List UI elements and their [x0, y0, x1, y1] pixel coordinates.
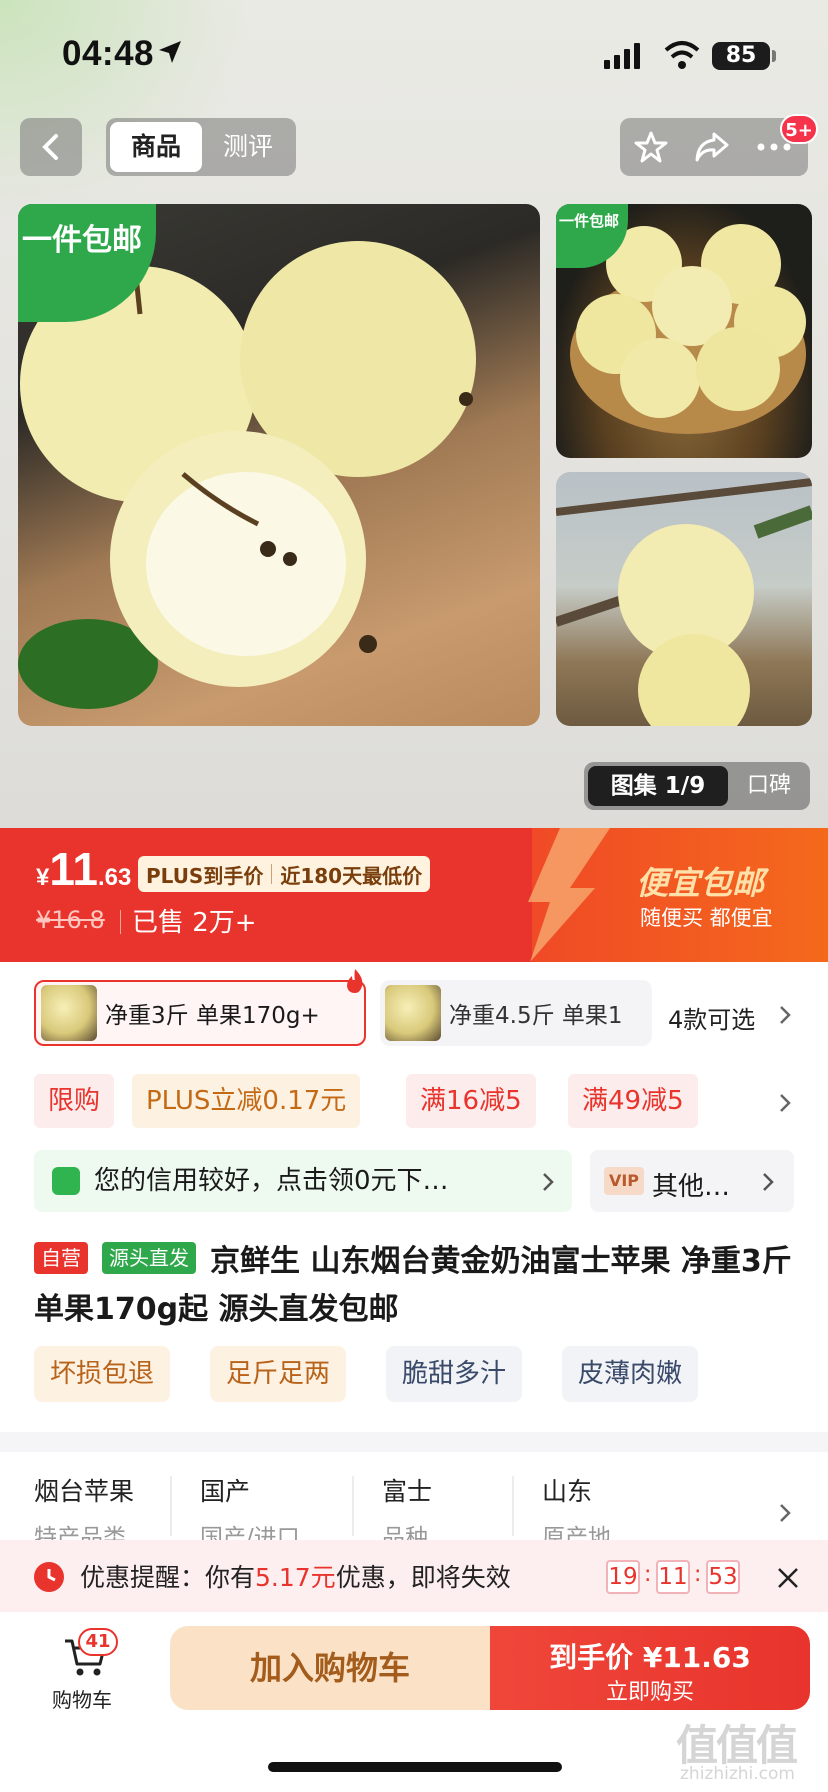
variant-thumbnail — [41, 985, 97, 1041]
spec-value: 山东 — [542, 1477, 593, 1506]
buy-now-button[interactable]: 到手价 ¥11.63 立即购买 — [490, 1626, 810, 1710]
section-divider — [0, 1432, 828, 1452]
message-badge: 5+ — [780, 114, 818, 144]
cart-label[interactable]: 购物车 — [52, 1684, 112, 1713]
close-icon[interactable] — [776, 1566, 800, 1590]
more-icon[interactable] — [756, 142, 792, 152]
chevron-right-icon — [763, 1173, 774, 1191]
price-decimal: .63 — [98, 864, 132, 891]
promo-subtitle: 随便买 都便宜 — [640, 906, 773, 930]
chevron-right-icon[interactable] — [778, 1092, 792, 1114]
chevron-right-icon — [780, 1006, 791, 1024]
original-price: ¥16.8 — [36, 906, 105, 934]
price-integer: 11 — [49, 843, 98, 895]
product-photo-tree[interactable] — [556, 472, 812, 726]
watermark-url: zhizhizhi.com — [680, 1764, 795, 1784]
plus-discount-chip[interactable]: PLUS立减0.17元 — [132, 1074, 361, 1128]
hero-tint — [0, 0, 260, 220]
promo-title: 便宜包邮 — [636, 864, 765, 902]
main-product-photo[interactable]: 一件包邮 — [18, 204, 540, 726]
star-icon[interactable] — [634, 130, 668, 164]
chevron-left-icon — [42, 134, 58, 160]
current-price: ¥11.63 — [36, 842, 131, 896]
alert-prefix: 优惠提醒：你有 — [80, 1563, 256, 1592]
status-time: 04:48 — [62, 34, 155, 73]
tree-apple-illustration — [556, 478, 812, 726]
battery-indicator: 85 — [712, 42, 770, 70]
product-review-switch: 商品 测评 — [106, 118, 296, 176]
spec-value: 国产 — [200, 1477, 251, 1506]
spec-divider — [512, 1476, 514, 1536]
vip-badge: VIP — [604, 1167, 644, 1195]
vip-offer-label: 其他… — [652, 1172, 731, 1202]
home-indicator — [268, 1762, 562, 1772]
feature-tag: 脆甜多汁 — [386, 1346, 523, 1402]
countdown-separator: : — [644, 1562, 652, 1587]
spec-value: 烟台苹果 — [34, 1477, 135, 1506]
product-photo-basket[interactable]: 一件包邮 — [556, 204, 812, 458]
battery-tip — [772, 50, 776, 62]
lowest-price-label: 近180天最低价 — [280, 863, 423, 888]
add-to-cart-button[interactable]: 加入购物车 — [170, 1626, 490, 1710]
lightning-icon — [528, 828, 610, 962]
product-title: 京鲜生 山东烟台黄金奶油富士苹果 净重3斤 单果170g起 源头直发包邮 — [34, 1244, 792, 1327]
buy-now-label: 立即购买 — [605, 1680, 694, 1705]
tab-reputation[interactable]: 口碑 — [730, 766, 808, 806]
back-button[interactable] — [20, 118, 82, 176]
hot-flame-icon — [347, 969, 363, 993]
gallery-switch: 图集 1/9 口碑 — [584, 762, 810, 810]
plus-price-label: PLUS到手价 — [146, 863, 264, 888]
sold-count: 已售 2万+ — [132, 908, 257, 938]
location-arrow-icon — [159, 41, 181, 63]
chevron-right-icon[interactable] — [778, 1502, 792, 1524]
buy-price-label: 到手价 ¥11.63 — [549, 1641, 751, 1674]
countdown-separator: : — [694, 1562, 702, 1587]
share-icon[interactable] — [694, 130, 730, 164]
tab-album[interactable]: 图集 1/9 — [588, 766, 728, 806]
wifi-icon — [664, 41, 700, 69]
price-labels: PLUS到手价 近180天最低价 — [138, 856, 431, 892]
countdown-minutes: 11 — [656, 1560, 690, 1594]
coupon-chip[interactable]: 满49减5 — [568, 1074, 698, 1128]
countdown-hours: 19 — [606, 1560, 640, 1594]
alert-amount: 5.17元 — [255, 1563, 336, 1592]
variant-option-selected[interactable]: 净重3斤 单果170g+ — [34, 980, 366, 1046]
spec-divider — [170, 1476, 172, 1536]
tab-product[interactable]: 商品 — [110, 122, 202, 172]
spec-divider — [352, 1476, 354, 1536]
feature-tag: 坏损包退 — [34, 1346, 171, 1402]
spec-value: 富士 — [382, 1477, 433, 1506]
variant-thumbnail — [385, 985, 441, 1041]
cellular-signal-icon — [604, 43, 640, 69]
currency-symbol: ¥ — [36, 864, 50, 891]
variant-count-link[interactable]: 4款可选 — [668, 1000, 755, 1035]
feature-tag: 足斤足两 — [210, 1346, 347, 1402]
shopping-bag-icon — [52, 1167, 80, 1195]
clock-icon — [34, 1562, 64, 1592]
alert-suffix: 优惠，即将失效 — [335, 1563, 511, 1592]
purchase-limit-chip[interactable]: 限购 — [34, 1074, 115, 1128]
countdown-seconds: 53 — [706, 1560, 740, 1594]
feature-tag: 皮薄肉嫩 — [562, 1346, 699, 1402]
credit-offer-banner[interactable]: 您的信用较好，点击领0元下… — [34, 1150, 572, 1212]
price-divider — [120, 910, 121, 934]
coupon-chip[interactable]: 满16减5 — [406, 1074, 536, 1128]
alert-message: 优惠提醒：你有5.17元优惠，即将失效 — [80, 1558, 511, 1594]
cart-count-badge: 41 — [78, 1628, 118, 1656]
variant-label: 净重3斤 单果170g+ — [105, 1003, 320, 1029]
chevron-right-icon — [543, 1173, 554, 1191]
variant-option[interactable]: 净重4.5斤 单果1 — [380, 980, 652, 1046]
variant-label: 净重4.5斤 单果1 — [449, 1003, 623, 1029]
tab-review[interactable]: 测评 — [204, 122, 292, 172]
